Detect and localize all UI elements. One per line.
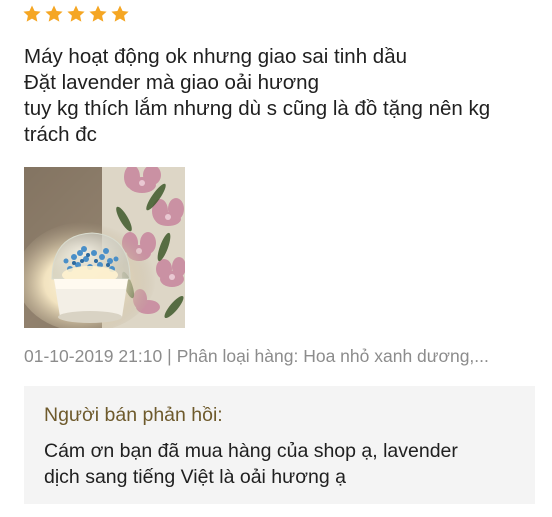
star-icon <box>111 5 129 22</box>
review-photo-thumbnail[interactable] <box>24 167 185 328</box>
review-card: Máy hoạt động ok nhưng giao sai tinh dầu… <box>0 0 552 517</box>
review-text-line: tuy kg thích lắm nhưng dù s cũng là đồ t… <box>24 97 491 120</box>
seller-response: Người bán phản hồi: Cám ơn bạn đã mua hà… <box>24 386 535 504</box>
review-text-line: Máy hoạt động ok nhưng giao sai tinh dầu <box>24 45 407 68</box>
review-meta: 01-10-2019 21:10 | Phân loại hàng: Hoa nhỏ… <box>24 346 489 367</box>
seller-response-text: Cám ơn bạn đã mua hàng của shop ạ, laven… <box>44 438 458 490</box>
review-text-line: Đặt lavender mà giao oải hương <box>24 71 319 94</box>
review-timestamp: 01-10-2019 21:10 <box>24 346 163 366</box>
meta-separator: | <box>167 346 172 366</box>
star-icon <box>23 5 41 22</box>
seller-response-title: Người bán phản hồi: <box>44 404 223 426</box>
seller-reply-line: dịch sang tiếng Việt là oải hương ạ <box>44 466 346 488</box>
star-icon <box>45 5 63 22</box>
star-icon <box>89 5 107 22</box>
review-text: Máy hoạt động ok nhưng giao sai tinh dầu… <box>24 44 539 148</box>
diffuser-photo <box>24 167 185 328</box>
review-text-line: trách đc <box>24 123 97 146</box>
rating-stars <box>22 4 130 24</box>
star-icon <box>67 5 85 22</box>
product-variation: Phân loại hàng: Hoa nhỏ xanh dương,... <box>176 346 489 366</box>
seller-reply-line: Cám ơn bạn đã mua hàng của shop ạ, laven… <box>44 440 458 462</box>
